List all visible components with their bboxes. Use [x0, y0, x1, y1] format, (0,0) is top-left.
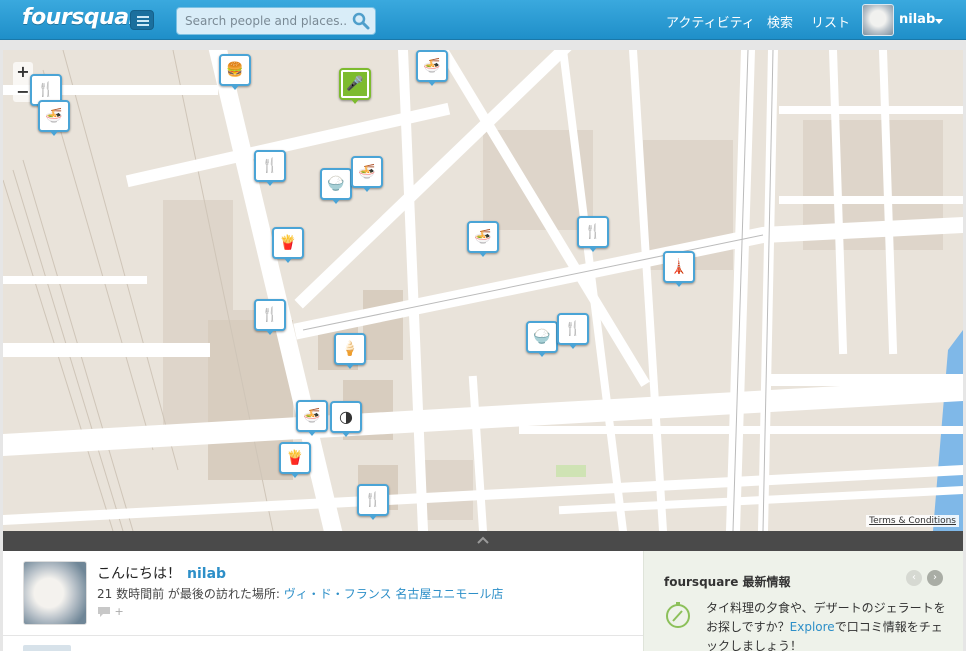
news-prev-button[interactable]: ‹ [906, 570, 922, 586]
search-icon[interactable] [352, 12, 370, 30]
nav-search[interactable]: 検索 [767, 12, 793, 31]
terms-link[interactable]: Terms & Conditions [866, 515, 959, 527]
chevron-down-icon[interactable] [935, 19, 943, 24]
cutlery-icon: 🍴 [258, 154, 282, 178]
microphone-icon: 🎤 [343, 72, 367, 96]
search-box [176, 7, 376, 35]
map-streets [3, 50, 963, 531]
venue-pin[interactable]: 🍔 [219, 54, 251, 90]
divider [3, 635, 643, 636]
venue-pin[interactable]: 🍟 [279, 442, 311, 478]
comment-button[interactable]: + [97, 605, 124, 618]
venue-pin[interactable]: 🗼 [663, 251, 695, 287]
venue-pin[interactable]: 🍴 [577, 216, 609, 252]
nav-lists[interactable]: リスト [811, 12, 850, 31]
activity-panel: こんにちは！ nilab 21 数時間前 が最後の訪れた場所: ヴィ・ド・フランス… [3, 551, 643, 651]
cutlery-icon: 🍴 [581, 220, 605, 244]
venue-pin[interactable]: 🍜 [467, 221, 499, 257]
venue-pin[interactable]: 🍜 [351, 156, 383, 192]
last-visit-venue-link[interactable]: ヴィ・ド・フランス 名古屋ユニモール店 [284, 587, 504, 601]
chevron-right-icon: › [933, 572, 937, 583]
chevron-left-icon: ‹ [912, 572, 916, 583]
noodle-icon: 🍜 [355, 160, 379, 184]
noodle-icon: 🍜 [420, 54, 444, 78]
fries-icon: 🍟 [283, 446, 307, 470]
venue-pin[interactable]: 🎤 [339, 68, 371, 104]
ramen-icon: 🍜 [471, 225, 495, 249]
cutlery-icon: 🍴 [34, 78, 58, 102]
user-avatar[interactable] [862, 4, 894, 36]
venue-pin[interactable]: 🍜 [296, 400, 328, 436]
top-bar: foursquare アクティビティ 検索 リスト nilab [0, 0, 966, 40]
venue-pin[interactable]: 🍴 [557, 313, 589, 349]
noodle-icon: 🍜 [300, 404, 324, 428]
search-input[interactable] [177, 8, 347, 34]
venue-pin[interactable]: ◑ [330, 401, 362, 437]
venue-pin[interactable]: 🍜 [38, 100, 70, 136]
greeting: こんにちは！ nilab [97, 563, 226, 583]
menu-icon[interactable] [130, 10, 154, 30]
venue-pin[interactable]: 🍟 [272, 227, 304, 263]
nav-activity[interactable]: アクティビティ [666, 12, 755, 31]
ice-cream-icon: 🍦 [338, 337, 362, 361]
cutlery-icon: 🍴 [258, 303, 282, 327]
next-item-avatar[interactable] [23, 645, 71, 651]
cutlery-icon: 🍴 [361, 488, 385, 512]
user-avatar-large[interactable] [23, 561, 87, 625]
fries-icon: 🍟 [276, 231, 300, 255]
rice-bowl-icon: 🍚 [324, 172, 348, 196]
profile-link[interactable]: nilab [187, 566, 226, 582]
comment-plus: + [114, 605, 124, 618]
news-body: タイ料理の夕食や、デザートのジェラートをお探しですか？Exploreで口コミ情報… [706, 599, 946, 651]
venue-map[interactable]: + − 🍔 🎤 🍜 🍴 🍜 🍚 🍜 🍴 🍟 🍜 🍴 🗼 🍴 🍚 🍴 🍦 🍜 ◑ … [3, 50, 963, 531]
chevron-up-icon[interactable] [477, 535, 489, 545]
cutlery-icon: 🍴 [561, 317, 585, 341]
venue-pin[interactable]: 🍴 [357, 484, 389, 520]
news-panel: foursquare 最新情報 ‹ › タイ料理の夕食や、デザートのジェラートを… [643, 551, 963, 651]
venue-pin[interactable]: 🍦 [334, 333, 366, 369]
map-collapse-bar[interactable] [3, 531, 963, 551]
news-title: foursquare 最新情報 [664, 575, 791, 589]
tower-icon: 🗼 [667, 255, 691, 279]
venue-pin[interactable]: 🍚 [320, 168, 352, 204]
rice-bowl-icon: 🍚 [530, 325, 554, 349]
greeting-text: こんにちは！ [97, 566, 181, 582]
last-visit: 21 数時間前 が最後の訪れた場所: ヴィ・ド・フランス 名古屋ユニモール店 [97, 585, 503, 602]
cafe-icon: ◑ [334, 405, 358, 429]
noodle-icon: 🍜 [42, 104, 66, 128]
user-menu-name[interactable]: nilab [899, 12, 935, 27]
news-next-button[interactable]: › [927, 570, 943, 586]
comment-icon [98, 607, 110, 617]
explore-link[interactable]: Explore [790, 620, 835, 634]
burger-icon: 🍔 [223, 58, 247, 82]
compass-icon [666, 602, 690, 628]
venue-pin[interactable]: 🍴 [254, 150, 286, 186]
last-visit-text: 21 数時間前 が最後の訪れた場所: [97, 587, 280, 601]
venue-pin[interactable]: 🍜 [416, 50, 448, 86]
venue-pin[interactable]: 🍴 [254, 299, 286, 335]
venue-pin[interactable]: 🍚 [526, 321, 558, 357]
